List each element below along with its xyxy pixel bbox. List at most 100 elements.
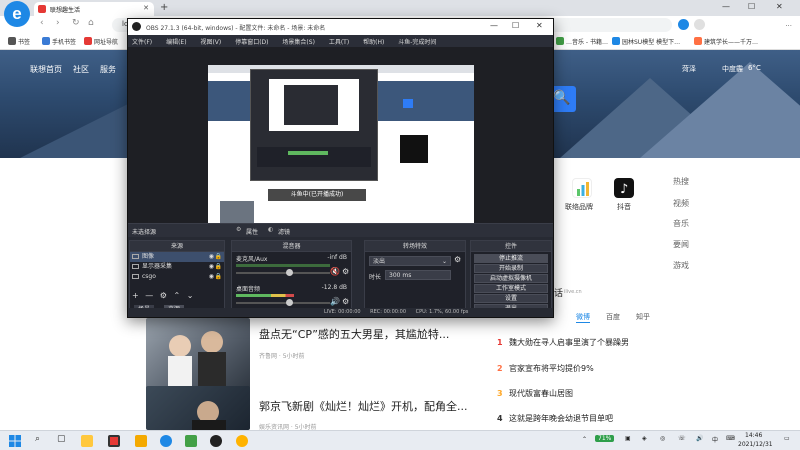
bookmark-item[interactable]: …音乐 - 书籍… bbox=[556, 37, 608, 46]
app-label[interactable]: 抖音 bbox=[617, 202, 631, 212]
volume-slider[interactable] bbox=[236, 269, 330, 276]
back-icon[interactable]: ‹ bbox=[40, 18, 44, 28]
menu-icon[interactable]: ... bbox=[785, 20, 792, 28]
clock-date[interactable]: 2021/12/31 bbox=[738, 441, 773, 448]
close-tab-icon[interactable]: ✕ bbox=[143, 4, 149, 12]
gear-icon[interactable]: ⚙ bbox=[236, 226, 241, 233]
duration-input[interactable]: 300 ms bbox=[385, 270, 451, 280]
news-title[interactable]: 郭京飞新剧《灿烂！灿烂》开机，配角全... bbox=[259, 398, 468, 414]
hot-list-item[interactable]: 1 魏大勋在寻人启事里演了个暴躁男 bbox=[497, 337, 629, 348]
app-taskbar-icon[interactable] bbox=[185, 435, 197, 447]
browser-tab[interactable]: 联想趣生活 ✕ bbox=[34, 2, 154, 16]
transition-select[interactable]: 淡出 ⌄ bbox=[369, 256, 451, 266]
tray-app-icon[interactable]: ◎ bbox=[660, 435, 665, 442]
menu-help[interactable]: 帮助(H) bbox=[363, 39, 384, 46]
move-down-icon[interactable]: ⌄ bbox=[187, 291, 194, 300]
news-thumbnail[interactable] bbox=[146, 318, 250, 390]
studio-mode-button[interactable]: 工作室模式 bbox=[474, 284, 548, 293]
volume-knob[interactable] bbox=[286, 269, 293, 276]
menu-file[interactable]: 文件(F) bbox=[132, 39, 152, 46]
refresh-icon[interactable]: ↻ bbox=[72, 18, 80, 28]
volume-icon[interactable]: 🔊 bbox=[696, 435, 703, 442]
hot-list-item[interactable]: 3 现代版富春山居图 bbox=[497, 388, 573, 399]
eye-icon[interactable]: ◉ bbox=[209, 262, 214, 272]
browser-ext-icon[interactable] bbox=[678, 19, 689, 30]
bookmark-item[interactable]: 手机书签 bbox=[42, 37, 76, 46]
forward-icon[interactable]: › bbox=[56, 18, 60, 28]
new-tab-button[interactable]: + bbox=[160, 2, 168, 13]
task-view-icon[interactable]: ▢ bbox=[57, 434, 66, 444]
close-window-icon[interactable]: ✕ bbox=[776, 2, 783, 11]
file-explorer-icon[interactable] bbox=[81, 435, 93, 447]
menu-docks[interactable]: 停靠窗口(D) bbox=[235, 39, 268, 46]
tray-app-icon[interactable]: ▣ bbox=[625, 435, 631, 442]
filter-icon[interactable]: ◐ bbox=[268, 226, 273, 233]
home-icon[interactable]: ⌂ bbox=[88, 18, 94, 28]
volume-slider[interactable] bbox=[236, 299, 330, 306]
gear-icon[interactable]: ⚙ bbox=[160, 291, 167, 300]
tiktok-icon[interactable]: ♪ bbox=[614, 178, 634, 198]
remove-source-icon[interactable]: — bbox=[145, 291, 153, 300]
app-taskbar-icon[interactable] bbox=[135, 435, 147, 447]
side-link-music[interactable]: 音乐 bbox=[673, 218, 689, 229]
menu-scene-collection[interactable]: 场景集合(S) bbox=[282, 39, 315, 46]
nav-link-home[interactable]: 联想首页 bbox=[30, 64, 62, 75]
menu-tools[interactable]: 工具(T) bbox=[329, 39, 349, 46]
nav-link-service[interactable]: 服务 bbox=[100, 64, 116, 75]
app-taskbar-icon[interactable] bbox=[236, 435, 248, 447]
close-window-icon[interactable]: ✕ bbox=[536, 21, 543, 30]
volume-knob[interactable] bbox=[286, 299, 293, 306]
maximize-icon[interactable]: ☐ bbox=[748, 2, 755, 11]
hot-tab-baidu[interactable]: 百度 bbox=[606, 312, 620, 322]
app-taskbar-icon[interactable] bbox=[108, 435, 120, 447]
network-icon[interactable]: ☏ bbox=[678, 435, 686, 442]
move-up-icon[interactable]: ⌃ bbox=[174, 291, 181, 300]
minimize-icon[interactable]: — bbox=[722, 2, 730, 11]
gear-icon[interactable]: ⚙ bbox=[342, 267, 349, 276]
side-link-hot[interactable]: 热搜 bbox=[673, 176, 689, 187]
app-label[interactable]: 联络品牌 bbox=[565, 202, 593, 212]
add-source-icon[interactable]: + bbox=[132, 291, 139, 300]
minimize-icon[interactable]: — bbox=[490, 21, 498, 30]
side-link-news[interactable]: 要闻 bbox=[673, 239, 689, 250]
keyboard-icon[interactable]: ⌨ bbox=[726, 435, 735, 442]
hot-list-item[interactable]: 2 官家宣布将平均提价9% bbox=[497, 363, 594, 374]
bookmark-item[interactable]: 网址导航 bbox=[84, 37, 118, 46]
stop-streaming-button[interactable]: 停止推流 bbox=[474, 254, 548, 263]
menu-edit[interactable]: 编辑(E) bbox=[166, 39, 186, 46]
maximize-icon[interactable]: ☐ bbox=[512, 21, 519, 30]
battery-badge[interactable]: 71% bbox=[595, 435, 615, 442]
hot-tab-weibo[interactable]: 微博 bbox=[576, 312, 590, 323]
start-recording-button[interactable]: 开始录制 bbox=[474, 264, 548, 273]
start-virtual-camera-button[interactable]: 启动虚拟摄像机 bbox=[474, 274, 548, 283]
tray-expand-icon[interactable]: ⌃ bbox=[582, 436, 587, 443]
clock-time[interactable]: 14:46 bbox=[745, 432, 762, 439]
side-link-games[interactable]: 游戏 bbox=[673, 260, 689, 271]
tray-app-icon[interactable]: ◈ bbox=[642, 435, 647, 442]
notification-icon[interactable]: ▭ bbox=[784, 435, 790, 442]
settings-button[interactable]: 设置 bbox=[474, 294, 548, 303]
filters-button[interactable]: 滤镜 bbox=[278, 227, 290, 236]
language-indicator[interactable]: 中 bbox=[712, 435, 718, 444]
source-item[interactable]: 显示器采集 ◉ 🔒 bbox=[130, 262, 224, 272]
menu-view[interactable]: 视图(V) bbox=[200, 39, 221, 46]
eye-icon[interactable]: ◉ bbox=[209, 252, 214, 262]
lock-icon[interactable]: 🔒 bbox=[215, 262, 222, 272]
profile-icon[interactable] bbox=[694, 19, 705, 30]
browser-taskbar-icon[interactable] bbox=[160, 435, 172, 447]
obs-taskbar-icon[interactable] bbox=[210, 435, 222, 447]
muted-speaker-icon[interactable]: 🔇 bbox=[330, 267, 340, 276]
hot-list-item[interactable]: 4 这就是跨年晚会幼退节目单吧 bbox=[497, 413, 613, 424]
obs-preview[interactable]: 斗鱼中(已开播成功) bbox=[128, 47, 553, 223]
gear-icon[interactable]: ⚙ bbox=[342, 297, 349, 306]
bookmark-item[interactable]: 建筑学长——千万… bbox=[694, 37, 758, 46]
source-item[interactable]: csgo ◉ 🔒 bbox=[130, 272, 224, 282]
windows-start-icon[interactable] bbox=[9, 435, 21, 447]
gear-icon[interactable]: ⚙ bbox=[454, 255, 461, 264]
browser-logo-icon[interactable]: e bbox=[4, 1, 30, 27]
side-link-video[interactable]: 视频 bbox=[673, 198, 689, 209]
news-thumbnail[interactable] bbox=[146, 386, 250, 430]
bar-chart-icon[interactable] bbox=[572, 178, 592, 198]
source-item[interactable]: 图像 ◉ 🔒 bbox=[130, 252, 224, 262]
nav-link-community[interactable]: 社区 bbox=[73, 64, 89, 75]
